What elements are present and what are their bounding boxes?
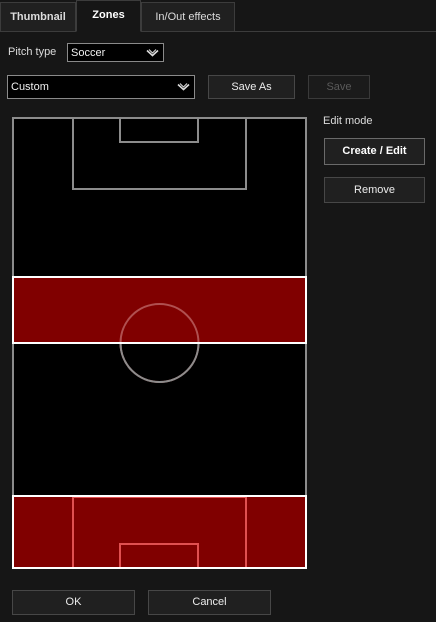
zone-middle[interactable] bbox=[13, 277, 306, 343]
pitch-type-label: Pitch type bbox=[8, 46, 57, 58]
remove-button[interactable]: Remove bbox=[324, 177, 425, 203]
cancel-button[interactable]: Cancel bbox=[148, 590, 271, 615]
edit-mode-label: Edit mode bbox=[323, 115, 373, 127]
ok-button[interactable]: OK bbox=[12, 590, 135, 615]
create-edit-button[interactable]: Create / Edit bbox=[324, 138, 425, 165]
chevron-down-icon bbox=[177, 83, 190, 91]
pitch-type-select[interactable]: Soccer bbox=[67, 43, 164, 62]
preset-select[interactable]: Custom bbox=[7, 75, 195, 99]
tab-thumbnail[interactable]: Thumbnail bbox=[0, 2, 76, 32]
soccer-pitch[interactable] bbox=[12, 117, 307, 569]
tab-in-out-effects[interactable]: In/Out effects bbox=[141, 2, 235, 32]
tab-zones[interactable]: Zones bbox=[76, 0, 141, 32]
pitch-type-value: Soccer bbox=[71, 46, 106, 59]
zone-bottom-goal[interactable] bbox=[13, 496, 306, 568]
preset-value: Custom bbox=[11, 81, 49, 93]
save-as-button[interactable]: Save As bbox=[208, 75, 295, 99]
save-button[interactable]: Save bbox=[308, 75, 370, 99]
chevron-down-icon bbox=[146, 48, 159, 57]
